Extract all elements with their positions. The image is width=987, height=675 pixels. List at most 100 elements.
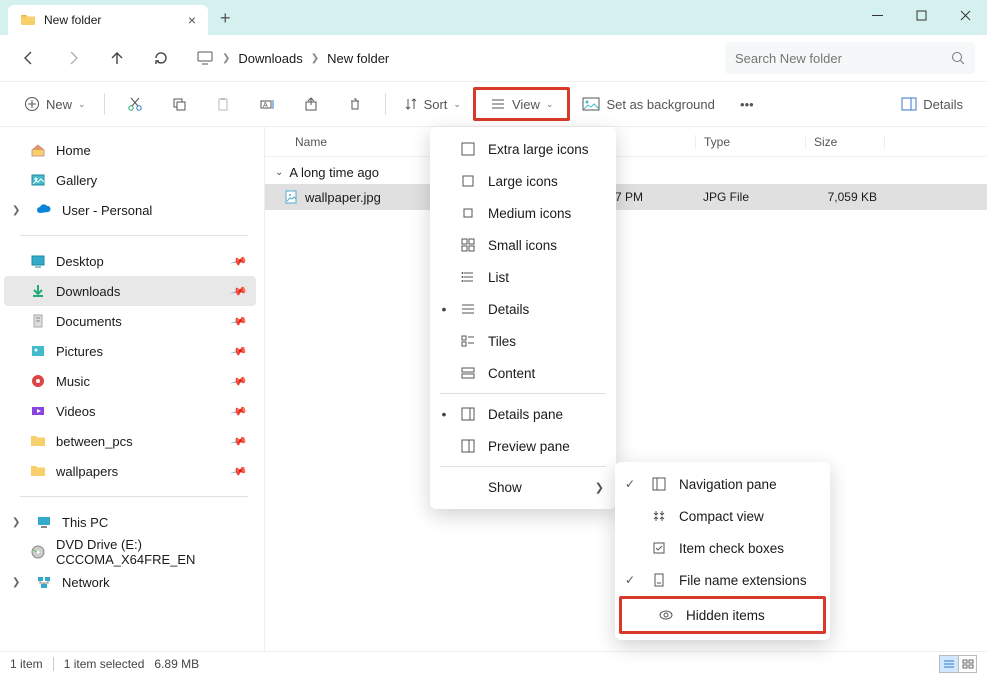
svg-text:A: A <box>263 102 268 109</box>
view-button[interactable]: View ⌄ <box>473 87 571 121</box>
paste-button[interactable] <box>203 87 243 121</box>
sidebar-item[interactable]: Downloads📌 <box>4 276 256 306</box>
breadcrumb: ❯ Downloads ❯ New folder <box>196 49 715 67</box>
chevron-down-icon: ⌄ <box>453 99 461 110</box>
col-type[interactable]: Type <box>695 135 805 149</box>
search-icon[interactable] <box>951 51 965 65</box>
menu-item-content[interactable]: Content <box>430 357 616 389</box>
menu-item-checkboxes[interactable]: Item check boxes <box>615 532 830 564</box>
menu-item-xl[interactable]: Extra large icons <box>430 133 616 165</box>
forward-button[interactable] <box>56 41 90 75</box>
sidebar-item[interactable]: between_pcs📌 <box>4 426 256 456</box>
menu-item-detailspane[interactable]: •Details pane <box>430 398 616 430</box>
checkboxes-icon <box>651 541 667 555</box>
menu-item-sm[interactable]: Small icons <box>430 229 616 261</box>
chevron-right-icon[interactable]: ❯ <box>12 517 26 528</box>
pin-icon: 📌 <box>230 462 248 480</box>
navpane-icon <box>651 477 667 491</box>
maximize-button[interactable] <box>899 0 943 30</box>
copy-button[interactable] <box>159 87 199 121</box>
menu-item-tiles[interactable]: Tiles <box>430 325 616 357</box>
new-button[interactable]: New ⌄ <box>16 87 94 121</box>
chevron-right-icon[interactable]: ❯ <box>12 577 26 588</box>
sidebar-item[interactable]: DVD Drive (E:) CCCOMA_X64FRE_EN <box>4 537 256 567</box>
share-button[interactable] <box>291 87 331 121</box>
tiles-icon <box>460 334 476 348</box>
window-close-button[interactable] <box>943 0 987 30</box>
sidebar-item[interactable]: Home <box>4 135 256 165</box>
refresh-button[interactable] <box>144 41 178 75</box>
menu-item-compact[interactable]: Compact view <box>615 500 830 532</box>
sidebar-item[interactable]: Desktop📌 <box>4 246 256 276</box>
menu-item-ext[interactable]: ✓File name extensions <box>615 564 830 596</box>
sidebar-item[interactable]: ❯Network <box>4 567 256 597</box>
content-icon <box>460 366 476 380</box>
sort-button[interactable]: Sort ⌄ <box>396 87 469 121</box>
crumb-current[interactable]: New folder <box>327 51 389 66</box>
downloads-icon <box>30 283 46 299</box>
selected-size: 6.89 MB <box>154 657 199 671</box>
sidebar-item[interactable]: Gallery <box>4 165 256 195</box>
content-area: Name Type Size ⌄ A long time ago wallpap… <box>265 127 987 651</box>
show-submenu: ✓Navigation paneCompact viewItem check b… <box>615 462 830 640</box>
close-icon[interactable]: × <box>188 12 196 28</box>
pin-icon: 📌 <box>230 372 248 390</box>
sidebar-item[interactable]: ❯This PC <box>4 507 256 537</box>
details-view-button[interactable] <box>940 656 958 672</box>
menu-item-list[interactable]: List <box>430 261 616 293</box>
crumb-downloads[interactable]: Downloads <box>238 51 302 66</box>
back-button[interactable] <box>12 41 46 75</box>
window-tab[interactable]: New folder × <box>8 5 208 35</box>
menu-item-hidden[interactable]: Hidden items <box>622 599 823 631</box>
menu-item-navpane[interactable]: ✓Navigation pane <box>615 468 830 500</box>
titlebar: New folder × + <box>0 0 987 35</box>
sidebar-item[interactable]: Pictures📌 <box>4 336 256 366</box>
menu-item-previewpane[interactable]: Preview pane <box>430 430 616 462</box>
minimize-button[interactable] <box>855 0 899 30</box>
search-box[interactable] <box>725 42 975 74</box>
group-header[interactable]: ⌄ A long time ago <box>265 157 987 184</box>
monitor-icon[interactable] <box>196 49 214 67</box>
chevron-right-icon[interactable]: ❯ <box>222 53 230 64</box>
sidebar-item[interactable]: Videos📌 <box>4 396 256 426</box>
chevron-right-icon[interactable]: ❯ <box>311 53 319 64</box>
xl-icon <box>460 142 476 156</box>
menu-item-lg[interactable]: Large icons <box>430 165 616 197</box>
file-row[interactable]: wallpaper.jpg 7 PM JPG File 7,059 KB <box>265 184 987 210</box>
cut-button[interactable] <box>115 87 155 121</box>
music-icon <box>30 373 46 389</box>
sidebar-item[interactable]: wallpapers📌 <box>4 456 256 486</box>
thumbnails-view-button[interactable] <box>958 656 976 672</box>
thispc-icon <box>36 514 52 530</box>
gallery-icon <box>30 172 46 188</box>
folder-icon <box>20 12 36 28</box>
chevron-right-icon: ❯ <box>595 481 604 494</box>
delete-button[interactable] <box>335 87 375 121</box>
folder-icon <box>30 433 46 449</box>
rename-button[interactable]: A <box>247 87 287 121</box>
set-background-button[interactable]: Set as background <box>574 87 722 121</box>
more-button[interactable]: ••• <box>727 87 767 121</box>
sidebar-item[interactable]: Music📌 <box>4 366 256 396</box>
selected-count: 1 item selected <box>64 657 145 671</box>
menu-item-details[interactable]: •Details <box>430 293 616 325</box>
chevron-down-icon: ⌄ <box>546 99 554 110</box>
menu-item-md[interactable]: Medium icons <box>430 197 616 229</box>
menu-item-show[interactable]: Show❯ <box>430 471 616 503</box>
md-icon <box>460 206 476 220</box>
statusbar: 1 item 1 item selected 6.89 MB <box>0 651 987 675</box>
up-button[interactable] <box>100 41 134 75</box>
col-size[interactable]: Size <box>805 135 885 149</box>
desktop-icon <box>30 253 46 269</box>
sidebar-item[interactable]: Documents📌 <box>4 306 256 336</box>
detailspane-icon <box>460 407 476 421</box>
chevron-right-icon[interactable]: ❯ <box>12 205 26 216</box>
chevron-down-icon: ⌄ <box>275 167 283 178</box>
dvd-icon <box>30 544 46 560</box>
previewpane-icon <box>460 439 476 453</box>
details-pane-button[interactable]: Details <box>893 87 971 121</box>
search-input[interactable] <box>735 51 943 66</box>
folder-icon <box>30 463 46 479</box>
new-tab-button[interactable]: + <box>220 8 231 29</box>
sidebar-item[interactable]: ❯User - Personal <box>4 195 256 225</box>
